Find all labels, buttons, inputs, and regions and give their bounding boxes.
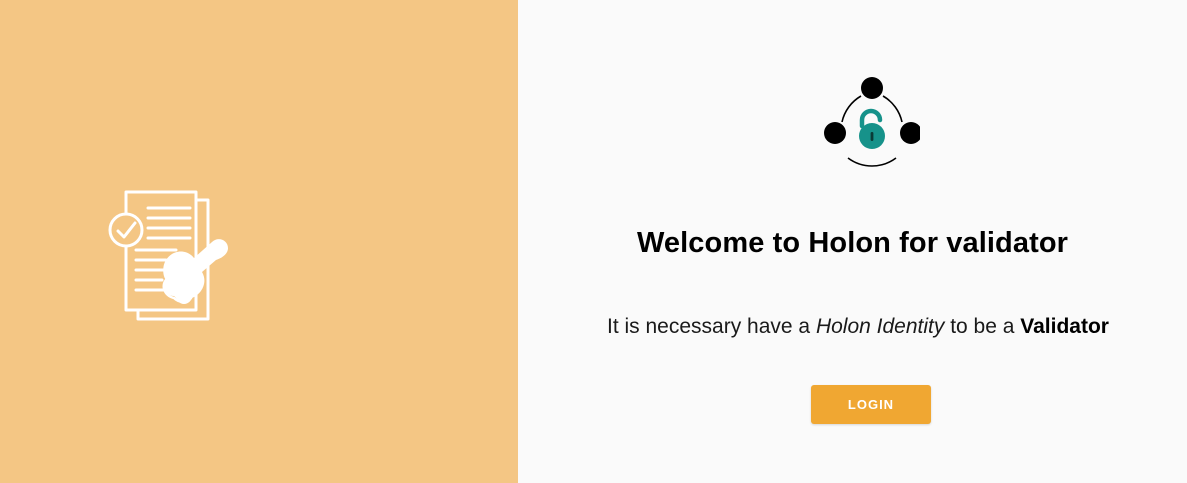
document-approval-stamp-icon xyxy=(108,190,228,321)
holon-lock-network-icon xyxy=(824,77,920,167)
page-title: Welcome to Holon for validator xyxy=(636,227,1069,259)
validator-role-text: Validator xyxy=(1020,315,1109,338)
login-panel: Welcome to Holon for validator It is nec… xyxy=(518,0,1187,483)
holon-identity-text: Holon Identity xyxy=(815,315,945,338)
login-button[interactable]: LOGIN xyxy=(811,385,931,424)
message-prefix: It is necessary have a xyxy=(607,315,816,338)
illustration-panel xyxy=(0,0,518,483)
welcome-page: Welcome to Holon for validator It is nec… xyxy=(0,0,1187,483)
message-middle: to be a xyxy=(944,315,1021,338)
identity-requirement-message: It is necessary have a Holon Identity to… xyxy=(607,315,1109,339)
